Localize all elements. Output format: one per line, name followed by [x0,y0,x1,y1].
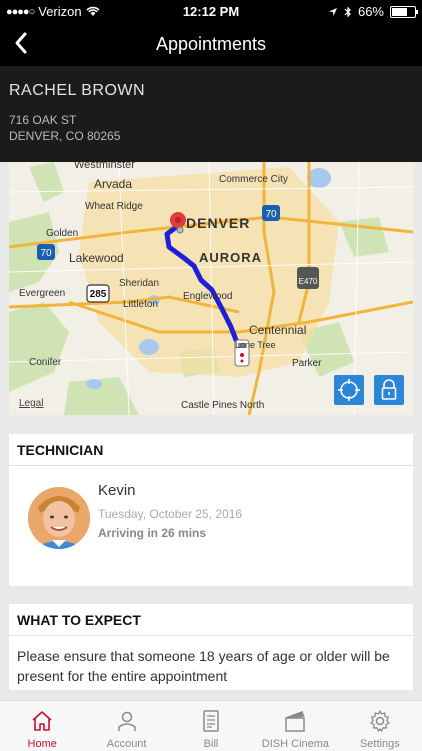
label-centennial: Centennial [249,323,306,337]
home-icon [32,711,52,731]
svg-text:70: 70 [40,248,52,259]
label-commerce-city: Commerce City [219,174,288,185]
recenter-button[interactable] [334,375,364,405]
interstate-shield-b: 70 [37,244,55,260]
technician-card: TECHNICIAN Kevin Tuesday, October 25, 20… [9,434,413,586]
technician-name: Kevin [98,482,136,499]
tab-bill[interactable]: Bill [169,701,253,751]
clapperboard-icon [285,711,306,732]
label-arvada: Arvada [94,177,132,191]
bill-icon [203,710,219,732]
label-wheat-ridge: Wheat Ridge [85,201,143,212]
address-line-1: 716 OAK ST [9,113,77,127]
label-sheridan: Sheridan [119,278,159,289]
lock-icon [381,379,397,400]
label-castle-pines-north: Castle Pines North [181,400,264,411]
nav-bar: Appointments [0,22,422,66]
lock-map-button[interactable] [374,375,404,405]
tab-label: Settings [359,738,400,750]
bluetooth-icon [344,6,351,17]
status-bar: ●●●●○ Verizon 12:12 PM 66% [0,0,422,22]
svg-text:E470: E470 [299,277,318,286]
crosshair-icon [338,379,360,401]
label-englewood: Englewood [183,291,232,302]
svg-text:285: 285 [90,289,107,300]
status-icons: 66% [328,4,418,19]
tab-account[interactable]: Account [84,701,168,751]
tab-label: Account [106,738,147,750]
e470-shield: E470 [297,267,319,289]
tab-label: Home [27,738,57,750]
tab-home[interactable]: Home [0,701,84,751]
customer-info: RACHEL BROWN 716 OAK ST DENVER, CO 80265 [0,66,422,162]
tab-bar: Home Account Bill DISH Cinema Settings [0,700,422,751]
appointment-date: Tuesday, October 25, 2016 [98,507,243,521]
tab-label: DISH Cinema [261,738,330,750]
location-arrow-icon [328,7,337,16]
interstate-shield-a: 70 [262,205,280,221]
expect-text: Please ensure that someone 18 years of a… [17,648,390,684]
tab-label: Bill [203,738,219,750]
route-map[interactable]: 70 70 285 E470 Westminster Commerce City… [9,162,413,415]
label-westminster: Westminster [74,162,135,171]
label-lakewood: Lakewood [69,251,124,265]
tab-dish-cinema[interactable]: DISH Cinema [253,701,337,751]
battery-icon [390,5,418,18]
customer-name: RACHEL BROWN [9,82,146,99]
label-aurora: AURORA [199,250,262,265]
person-icon [117,711,136,731]
technician-section-title: TECHNICIAN [17,442,104,458]
label-evergreen: Evergreen [19,288,65,299]
tab-settings[interactable]: Settings [338,701,422,751]
address-line-2: DENVER, CO 80265 [9,129,121,143]
technician-avatar [28,487,90,549]
divider [9,465,413,466]
label-conifer: Conifer [29,357,62,368]
label-denver: DENVER [186,215,250,231]
us285-shield: 285 [86,284,110,303]
label-lone-tree: Lone Tree [235,340,276,350]
divider [9,635,413,636]
map-legal-link: Legal [19,398,43,409]
label-parker: Parker [292,358,322,369]
gear-icon [370,710,390,732]
svg-text:70: 70 [265,209,277,220]
arrival-eta: Arriving in 26 mins [98,526,207,540]
battery-percent: 66% [357,4,384,19]
page-title: Appointments [155,34,267,54]
expect-section-title: WHAT TO EXPECT [17,612,141,628]
expect-card: WHAT TO EXPECT Please ensure that someon… [9,604,413,690]
label-littleton: Littleton [123,299,158,310]
label-golden: Golden [46,228,78,239]
